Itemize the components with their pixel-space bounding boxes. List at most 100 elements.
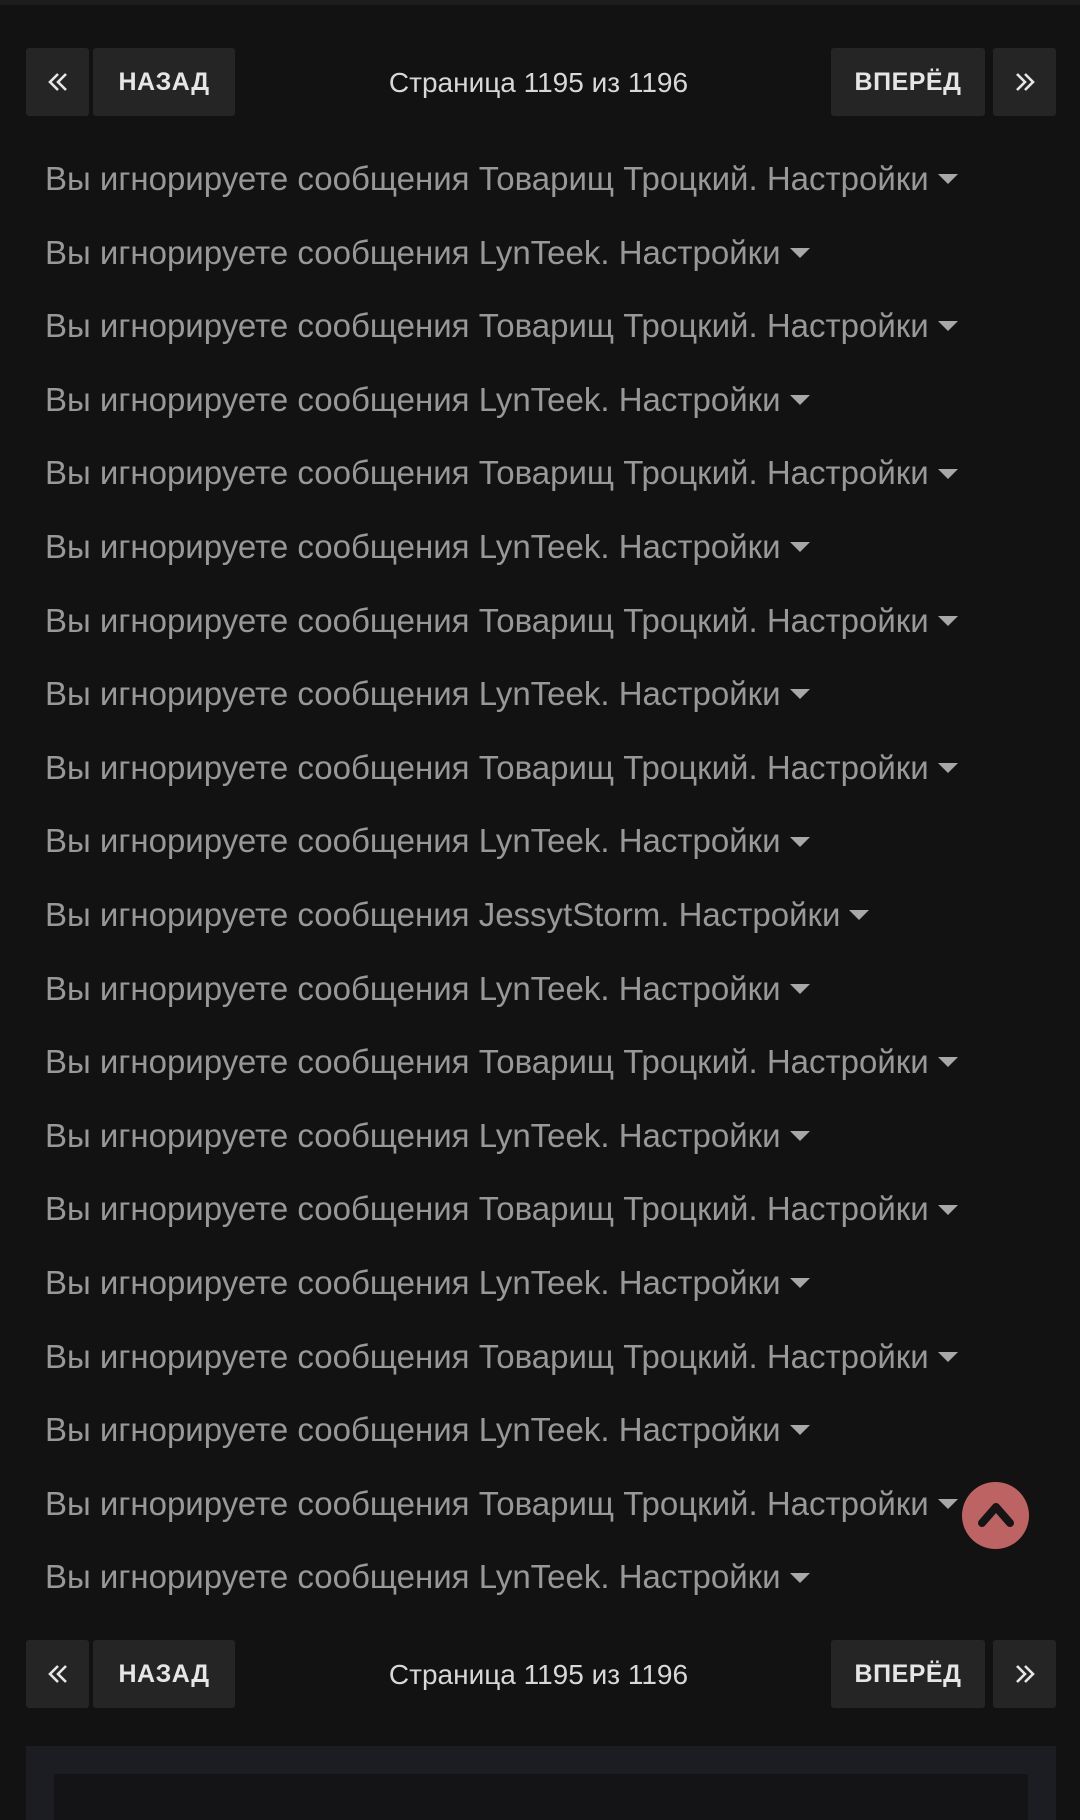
- caret-down-icon[interactable]: [937, 1057, 958, 1068]
- caret-down-icon[interactable]: [849, 910, 870, 921]
- ignored-prefix-text: Вы игнорируете сообщения: [45, 969, 470, 1007]
- caret-down-icon[interactable]: [937, 174, 958, 185]
- ignored-prefix-text: Вы игнорируете сообщения: [45, 527, 470, 565]
- ignored-prefix-text: Вы игнорируете сообщения: [45, 380, 470, 418]
- ignored-username: Товарищ Троцкий: [478, 1190, 749, 1228]
- ignore-settings-link[interactable]: Настройки: [767, 1485, 929, 1522]
- ignored-prefix-text: Вы игнорируете сообщения: [45, 1484, 470, 1522]
- caret-down-icon[interactable]: [937, 1351, 958, 1362]
- pagination-top: НАЗАД Страница 1195 из 1196 ВПЕРЁД: [26, 48, 1056, 116]
- caret-down-icon[interactable]: [789, 689, 810, 700]
- ignore-settings-link[interactable]: Настройки: [619, 381, 781, 418]
- ignored-username: LynTeek: [478, 1263, 601, 1301]
- ignored-prefix-text: Вы игнорируете сообщения: [45, 895, 470, 933]
- ignored-username: Товарищ Троцкий: [478, 748, 749, 786]
- ignore-settings-link[interactable]: Настройки: [619, 822, 781, 859]
- caret-down-icon[interactable]: [937, 615, 958, 626]
- prev-page-button[interactable]: НАЗАД: [93, 48, 235, 116]
- ignored-prefix-text: Вы игнорируете сообщения: [45, 1190, 470, 1228]
- ignore-settings-link[interactable]: Настройки: [767, 454, 929, 491]
- ignore-settings-link[interactable]: Настройки: [619, 970, 781, 1007]
- caret-down-icon[interactable]: [937, 321, 958, 332]
- ignore-settings-link[interactable]: Настройки: [767, 307, 929, 344]
- ignore-settings-link[interactable]: Настройки: [767, 749, 929, 786]
- caret-down-icon[interactable]: [789, 1572, 810, 1583]
- next-page-button[interactable]: ВПЕРЁД: [831, 48, 985, 116]
- caret-down-icon[interactable]: [937, 468, 958, 479]
- ignore-settings-link[interactable]: Настройки: [619, 1117, 781, 1154]
- ignored-message-row: Вы игнорируете сообщения Товарищ Троцкий…: [45, 142, 1045, 216]
- ignored-username: LynTeek: [478, 822, 601, 860]
- ignore-settings-link[interactable]: Настройки: [767, 602, 929, 639]
- first-page-button[interactable]: [26, 1640, 89, 1708]
- ignore-settings-link[interactable]: Настройки: [619, 1558, 781, 1595]
- ignored-message-row: Вы игнорируете сообщения LynTeek. Настро…: [45, 216, 1045, 290]
- ignored-message-row: Вы игнорируете сообщения Товарищ Троцкий…: [45, 584, 1045, 658]
- ignored-message-row: Вы игнорируете сообщения LynTeek. Настро…: [45, 952, 1045, 1026]
- caret-down-icon[interactable]: [937, 763, 958, 774]
- ignored-prefix-text: Вы игнорируете сообщения: [45, 1263, 470, 1301]
- ignored-username: Товарищ Троцкий: [478, 454, 749, 492]
- ignored-prefix-text: Вы игнорируете сообщения: [45, 233, 470, 271]
- ignore-settings-link[interactable]: Настройки: [767, 1043, 929, 1080]
- top-edge-divider: [0, 0, 1080, 5]
- last-page-button[interactable]: [993, 1640, 1056, 1708]
- ignore-settings-link[interactable]: Настройки: [619, 675, 781, 712]
- page-indicator: Страница 1195 из 1196: [388, 1659, 689, 1690]
- ignore-settings-link[interactable]: Настройки: [619, 1411, 781, 1448]
- ignored-username: LynTeek: [478, 380, 601, 418]
- ignored-message-row: Вы игнорируете сообщения Товарищ Троцкий…: [45, 731, 1045, 805]
- caret-down-icon[interactable]: [937, 1498, 958, 1509]
- ignored-prefix-text: Вы игнорируете сообщения: [45, 1558, 470, 1596]
- ignored-username: LynTeek: [478, 527, 601, 565]
- ignored-message-row: Вы игнорируете сообщения LynTeek. Настро…: [45, 1393, 1045, 1467]
- ignore-settings-link[interactable]: Настройки: [619, 234, 781, 271]
- caret-down-icon[interactable]: [789, 836, 810, 847]
- next-page-button[interactable]: ВПЕРЁД: [831, 1640, 985, 1708]
- caret-down-icon[interactable]: [789, 1425, 810, 1436]
- ignored-message-row: Вы игнорируете сообщения JessytStorm. На…: [45, 878, 1045, 952]
- ignore-settings-link[interactable]: Настройки: [619, 528, 781, 565]
- caret-down-icon[interactable]: [789, 542, 810, 553]
- ignored-message-row: Вы игнорируете сообщения Товарищ Троцкий…: [45, 1025, 1045, 1099]
- caret-down-icon[interactable]: [937, 1204, 958, 1215]
- page-indicator: Страница 1195 из 1196: [388, 67, 689, 98]
- ignored-username: Товарищ Троцкий: [478, 1043, 749, 1081]
- ignore-settings-link[interactable]: Настройки: [767, 1190, 929, 1227]
- ignored-username: LynTeek: [478, 969, 601, 1007]
- scroll-to-top-button[interactable]: [962, 1482, 1029, 1549]
- ignored-username: Товарищ Троцкий: [478, 601, 749, 639]
- ignored-username: LynTeek: [478, 233, 601, 271]
- footer-inner-panel: [54, 1774, 1028, 1820]
- prev-page-button[interactable]: НАЗАД: [93, 1640, 235, 1708]
- ignore-settings-link[interactable]: Настройки: [767, 160, 929, 197]
- ignored-prefix-text: Вы игнорируете сообщения: [45, 1337, 470, 1375]
- double-chevron-left-icon: [47, 71, 69, 93]
- pagination-bottom: НАЗАД Страница 1195 из 1196 ВПЕРЁД: [26, 1640, 1056, 1708]
- ignored-username: Товарищ Троцкий: [478, 307, 749, 345]
- caret-down-icon[interactable]: [789, 395, 810, 406]
- ignored-prefix-text: Вы игнорируете сообщения: [45, 748, 470, 786]
- ignored-message-row: Вы игнорируете сообщения Товарищ Троцкий…: [45, 1320, 1045, 1394]
- caret-down-icon[interactable]: [789, 247, 810, 258]
- ignored-message-row: Вы игнорируете сообщения LynTeek. Настро…: [45, 1540, 1045, 1614]
- first-page-button[interactable]: [26, 48, 89, 116]
- ignored-message-row: Вы игнорируете сообщения Товарищ Троцкий…: [45, 289, 1045, 363]
- caret-down-icon[interactable]: [789, 1278, 810, 1289]
- chevron-up-icon: [976, 1498, 1016, 1533]
- ignored-message-row: Вы игнорируете сообщения LynTeek. Настро…: [45, 363, 1045, 437]
- last-page-button[interactable]: [993, 48, 1056, 116]
- ignored-username: LynTeek: [478, 675, 601, 713]
- ignored-username: Товарищ Троцкий: [478, 1337, 749, 1375]
- ignored-username: Товарищ Троцкий: [478, 1484, 749, 1522]
- ignored-prefix-text: Вы игнорируете сообщения: [45, 1043, 470, 1081]
- ignore-settings-link[interactable]: Настройки: [619, 1264, 781, 1301]
- ignored-message-row: Вы игнорируете сообщения LynTeek. Настро…: [45, 510, 1045, 584]
- caret-down-icon[interactable]: [789, 983, 810, 994]
- ignored-prefix-text: Вы игнорируете сообщения: [45, 160, 470, 197]
- ignore-settings-link[interactable]: Настройки: [679, 896, 841, 933]
- caret-down-icon[interactable]: [789, 1131, 810, 1141]
- ignored-prefix-text: Вы игнорируете сообщения: [45, 454, 470, 492]
- ignored-username: LynTeek: [478, 1116, 601, 1154]
- ignore-settings-link[interactable]: Настройки: [767, 1338, 929, 1375]
